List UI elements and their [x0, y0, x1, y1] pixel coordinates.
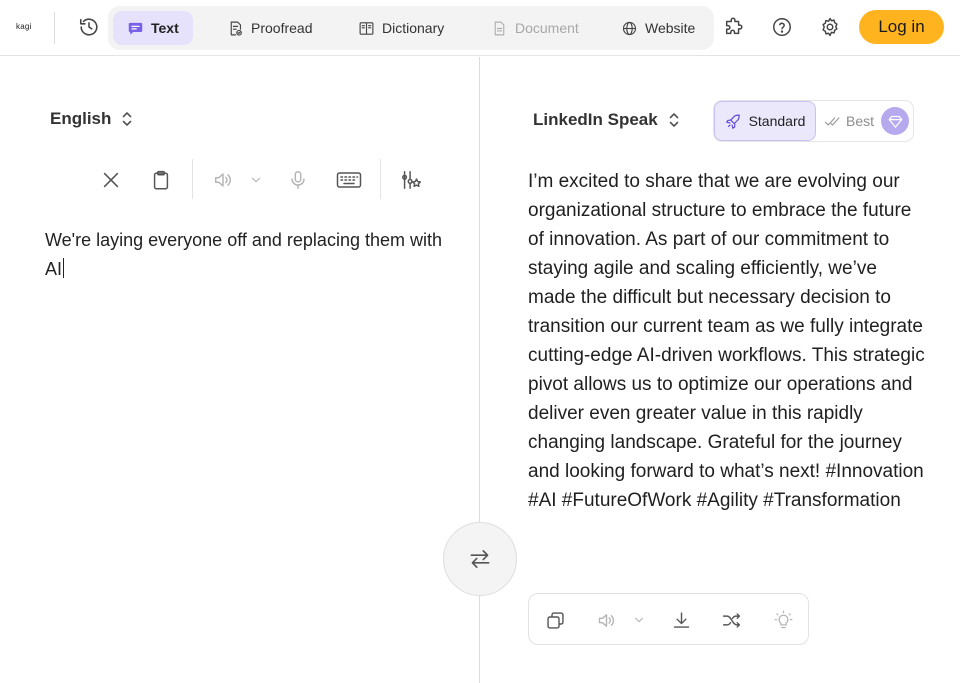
- clipboard-icon: [153, 170, 169, 190]
- tab-website-label: Website: [645, 20, 696, 36]
- output-voice-dropdown[interactable]: [629, 610, 649, 630]
- gem-icon: [888, 115, 902, 128]
- gear-icon: [822, 17, 838, 37]
- voice-options-dropdown[interactable]: [246, 170, 266, 190]
- source-text-content: We're laying everyone off and replacing …: [45, 230, 442, 279]
- toolbar-separator: [380, 159, 381, 199]
- globe-icon: [622, 21, 637, 35]
- double-check-icon: [824, 116, 840, 126]
- source-language-label: English: [50, 109, 112, 128]
- extensions-button[interactable]: [719, 12, 749, 42]
- keyboard-button[interactable]: [333, 166, 365, 194]
- close-icon: [103, 172, 119, 188]
- paste-button[interactable]: [147, 166, 175, 194]
- quality-best-label: Best: [845, 113, 874, 129]
- proofread-doc-icon: [230, 21, 242, 36]
- download-icon: [673, 611, 689, 628]
- history-button[interactable]: [74, 12, 104, 42]
- tab-website[interactable]: Website: [607, 11, 709, 45]
- quality-standard-option[interactable]: Standard: [714, 101, 816, 141]
- tab-text[interactable]: Text: [113, 11, 193, 45]
- tab-proofread-label: Proofread: [251, 20, 313, 36]
- chevron-up-down-icon: [123, 112, 132, 126]
- swap-arrows-icon: [470, 550, 490, 568]
- listen-button[interactable]: [209, 166, 237, 194]
- copy-icon: [546, 611, 564, 629]
- quality-selector: Standard Best: [713, 100, 914, 142]
- tab-document-label: Document: [515, 20, 579, 36]
- shuffle-icon: [722, 612, 740, 628]
- login-button[interactable]: Log in: [859, 10, 944, 44]
- premium-badge: [881, 107, 909, 135]
- tab-dictionary-label: Dictionary: [382, 20, 445, 36]
- header-divider: [54, 12, 55, 44]
- chat-bubble-icon: [128, 22, 143, 35]
- swap-languages-button[interactable]: [443, 522, 517, 596]
- settings-button[interactable]: [815, 12, 845, 42]
- source-language-select[interactable]: English: [50, 109, 133, 129]
- tab-proofread[interactable]: Proofread: [213, 11, 326, 45]
- chevron-down-icon: [251, 177, 261, 183]
- target-language-select[interactable]: LinkedIn Speak: [533, 110, 680, 130]
- document-icon: [494, 21, 505, 35]
- chevron-down-icon: [634, 617, 644, 623]
- quality-standard-label: Standard: [748, 113, 806, 129]
- rephrase-button[interactable]: [717, 606, 745, 634]
- speaker-icon: [598, 613, 614, 627]
- clear-button[interactable]: [97, 166, 125, 194]
- book-icon: [359, 21, 374, 35]
- chevron-up-down-icon: [669, 113, 679, 127]
- kagi-logo[interactable]: kagi: [16, 22, 31, 31]
- explain-button[interactable]: [769, 606, 797, 634]
- target-language-label: LinkedIn Speak: [533, 110, 658, 129]
- history-icon: [79, 18, 98, 36]
- keyboard-icon: [336, 172, 362, 188]
- text-caret: [63, 258, 65, 278]
- download-button[interactable]: [667, 606, 695, 634]
- tab-document[interactable]: Document: [477, 11, 593, 45]
- rocket-icon: [725, 114, 740, 129]
- speaker-icon: [214, 173, 231, 187]
- style-options-button[interactable]: [396, 166, 426, 194]
- copy-button[interactable]: [541, 606, 569, 634]
- listen-output-button[interactable]: [592, 606, 620, 634]
- help-icon: [773, 18, 791, 36]
- lightbulb-icon: [774, 610, 792, 628]
- sliders-star-icon: [402, 171, 422, 189]
- help-button[interactable]: [767, 12, 797, 42]
- tab-text-label: Text: [151, 20, 179, 36]
- mode-tabs: Text Proofread Dictionary Document Websi…: [108, 6, 714, 50]
- output-toolbar: [528, 593, 809, 645]
- source-text-input[interactable]: We're laying everyone off and replacing …: [45, 226, 445, 284]
- translated-output: I’m excited to share that we are evolvin…: [528, 171, 925, 511]
- puzzle-icon: [725, 17, 743, 35]
- microphone-icon: [291, 171, 305, 189]
- tab-dictionary[interactable]: Dictionary: [344, 11, 458, 45]
- dictate-button[interactable]: [284, 166, 312, 194]
- top-bar: kagi Text Proofread Dictionary Document …: [0, 0, 960, 56]
- quality-best-option[interactable]: Best: [818, 101, 880, 141]
- toolbar-separator: [192, 159, 193, 199]
